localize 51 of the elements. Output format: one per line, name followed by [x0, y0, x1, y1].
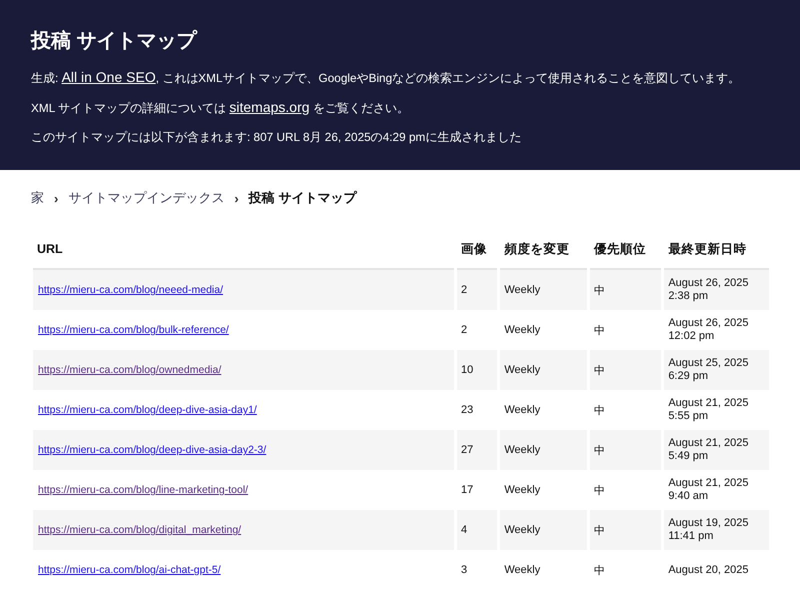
- table-cell: Weekly: [500, 510, 588, 550]
- table-cell: 10: [457, 350, 498, 390]
- table-cell-text: 中: [593, 324, 606, 338]
- table-cell: August 19, 2025 11:41 pm: [664, 510, 769, 550]
- table-cell-text: Weekly: [503, 563, 542, 578]
- table-cell-text: Weekly: [503, 483, 542, 498]
- table-cell: August 25, 2025 6:29 pm: [664, 350, 769, 390]
- table-cell: Weekly: [500, 270, 588, 310]
- table-cell-text: August 20, 2025: [667, 562, 750, 578]
- generator-text: 生成: All in One SEO, これはXMLサイトマップで、GoogleやBingなどの検索エンジンによって使用されることを意図しています。: [31, 68, 742, 87]
- table-cell-text: 3: [460, 563, 468, 578]
- breadcrumb-item: 投稿 サイトマップ: [248, 189, 356, 207]
- aioseo-link[interactable]: All in One SEO: [62, 69, 156, 85]
- table-cell-text: 2: [460, 323, 468, 338]
- table-cell: 4: [457, 510, 498, 550]
- table-cell: 2: [457, 270, 498, 310]
- table-cell-text: 23: [460, 403, 474, 418]
- url-link[interactable]: https://mieru-ca.com/blog/line-marketing-tool/: [38, 484, 248, 496]
- table-cell-text: August 21, 2025 5:55 pm: [667, 396, 750, 424]
- breadcrumb-separator: ›: [54, 190, 58, 206]
- url-link[interactable]: https://mieru-ca.com/blog/bulk-reference/: [38, 324, 229, 336]
- sitemaps-link[interactable]: sitemaps.org: [229, 99, 310, 115]
- table-cell-text: August 21, 2025 9:40 am: [667, 476, 750, 504]
- table-cell: 27: [457, 430, 498, 470]
- table-cell: 中: [590, 510, 662, 550]
- url-link[interactable]: https://mieru-ca.com/blog/ownedmedia/: [38, 364, 222, 376]
- breadcrumb-item[interactable]: サイトマップインデックス: [68, 189, 224, 207]
- table-cell: Weekly: [500, 350, 588, 390]
- breadcrumb-separator: ›: [234, 190, 239, 206]
- table-cell-text: Weekly: [503, 323, 542, 338]
- breadcrumb-item[interactable]: 家: [31, 189, 44, 207]
- table-cell: August 21, 2025 5:49 pm: [664, 430, 769, 470]
- table-cell: 中: [590, 430, 662, 470]
- table-cell-text: Weekly: [503, 403, 542, 418]
- url-link[interactable]: https://mieru-ca.com/blog/deep-dive-asia-day1/: [38, 404, 257, 416]
- info-text: XML サイトマップの詳細については sitemaps.org をご覧ください。: [31, 98, 410, 117]
- url-link[interactable]: https://mieru-ca.com/blog/digital_marketing/: [38, 524, 242, 536]
- table-cell: Weekly: [500, 430, 588, 470]
- table-cell-text: August 26, 2025 12:02 pm: [667, 316, 750, 344]
- url-link[interactable]: https://mieru-ca.com/blog/ai-chat-gpt-5/: [38, 564, 221, 576]
- count-text: このサイトマップには以下が含まれます: 807 URL 8月 26, 2025の4:29 pmに生成されました: [31, 129, 522, 146]
- table-cell: 中: [590, 270, 662, 310]
- table-cell: August 26, 2025 2:38 pm: [664, 270, 769, 310]
- table-cell-text: 中: [593, 564, 606, 578]
- table-cell-text: 中: [593, 484, 606, 498]
- url-link[interactable]: https://mieru-ca.com/blog/neeed-media/: [38, 284, 224, 296]
- page-title: 投稿 サイトマップ: [31, 28, 198, 54]
- url-link[interactable]: https://mieru-ca.com/blog/deep-dive-asia-day2-3/: [38, 444, 266, 456]
- table-cell: 中: [590, 350, 662, 390]
- table-cell-text: 17: [460, 483, 474, 498]
- table-cell-text: 中: [593, 404, 606, 418]
